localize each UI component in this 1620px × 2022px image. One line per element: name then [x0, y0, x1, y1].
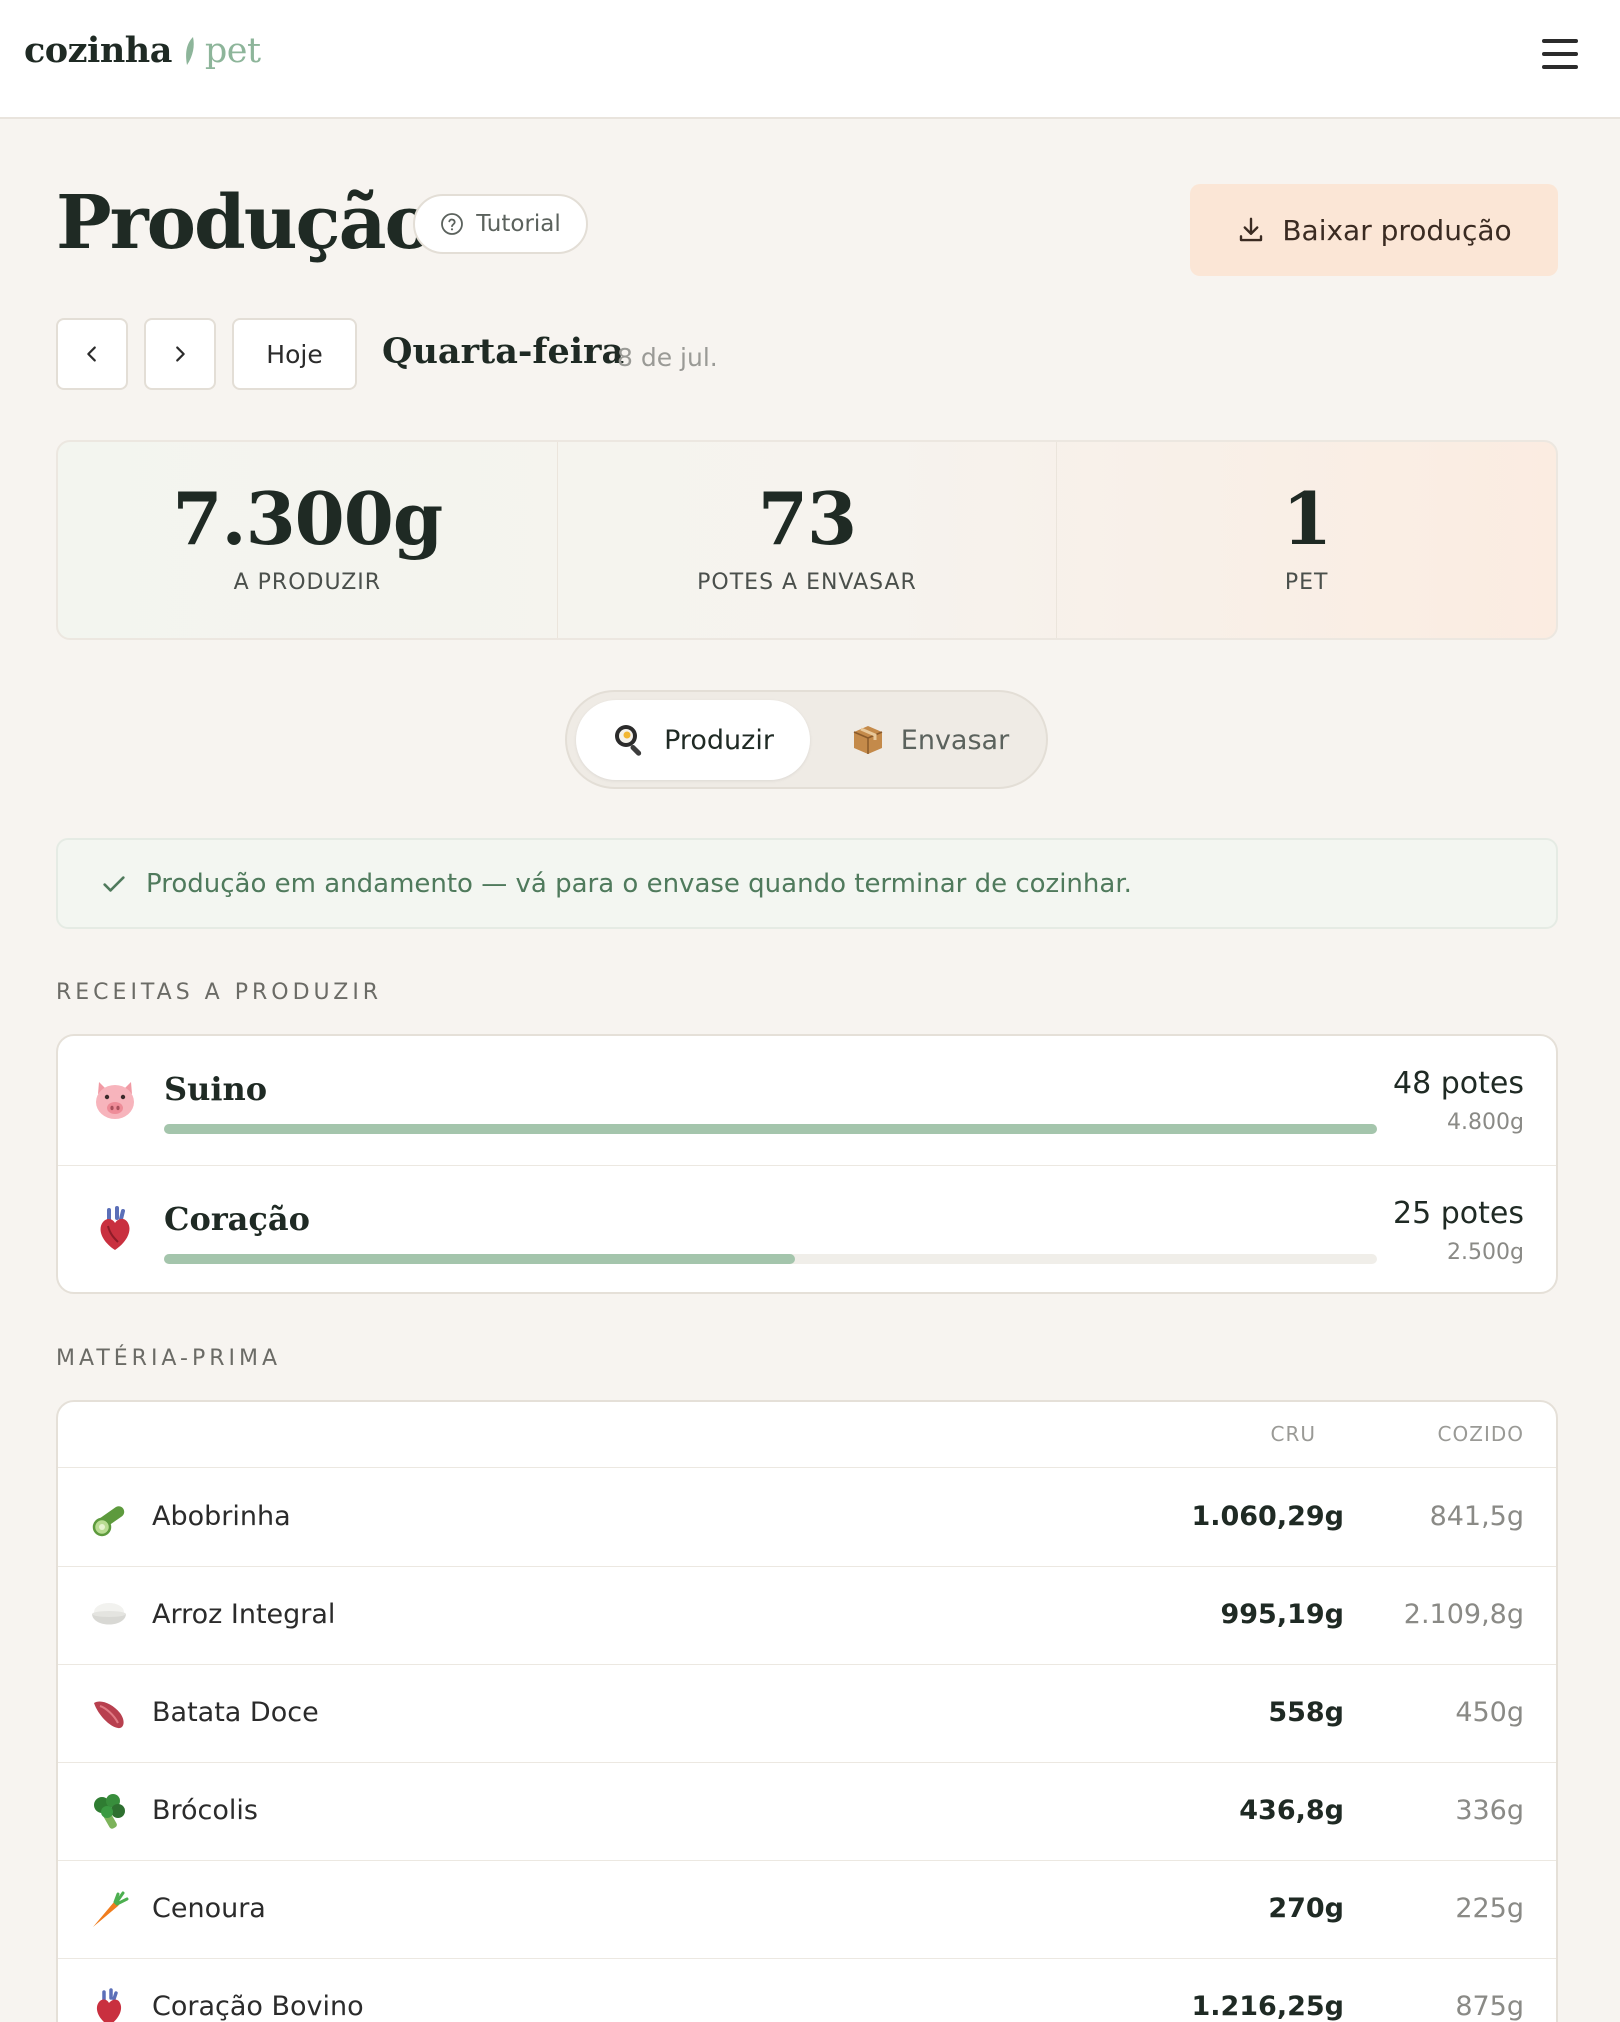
- recipe-jar-count: 25 potes: [1393, 1196, 1524, 1231]
- stat-jars-to-pack: 73 POTES A ENVASAR: [556, 442, 1057, 638]
- material-cooked-weight: 225g: [1455, 1893, 1524, 1924]
- cucumber-icon: [92, 1506, 125, 1537]
- stat-label: POTES A ENVASAR: [697, 570, 917, 595]
- recipe-grams: 2.500g: [1447, 1240, 1524, 1265]
- recipes-list: Suino 48 potes 4.800g Coração 25 potes 2…: [56, 1034, 1558, 1294]
- material-raw-weight: 558g: [1268, 1697, 1344, 1728]
- logo[interactable]: cozinha pet: [24, 30, 261, 71]
- column-header-cooked: COZIDO: [1437, 1422, 1524, 1446]
- material-raw-weight: 1.060,29g: [1191, 1501, 1344, 1532]
- stat-to-produce: 7.300g A PRODUZIR: [58, 442, 557, 638]
- stat-value: 73: [757, 476, 857, 561]
- mode-toggle: Produzir Envasar: [565, 690, 1048, 789]
- sweet-potato-icon: [94, 1701, 124, 1729]
- stat-label: PET: [1284, 570, 1329, 595]
- anatomical-heart-icon: [100, 1206, 130, 1250]
- pig-face-icon: [96, 1082, 134, 1119]
- tutorial-label: Tutorial: [476, 211, 561, 237]
- stat-value: 1: [1282, 476, 1332, 561]
- table-row[interactable]: Brócolis 436,8g 336g: [58, 1763, 1556, 1861]
- tab-envasar[interactable]: Envasar: [830, 700, 1030, 780]
- question-circle-icon: [441, 213, 464, 235]
- recipe-grams: 4.800g: [1447, 1110, 1524, 1135]
- tab-produzir-label: Produzir: [664, 724, 774, 756]
- day-name: Quarta-feira: [382, 331, 625, 372]
- download-production-button[interactable]: Baixar produção: [1190, 184, 1558, 276]
- stat-pets: 1 PET: [1056, 442, 1556, 638]
- material-cooked-weight: 336g: [1455, 1795, 1524, 1826]
- recipe-row-coracao[interactable]: Coração 25 potes 2.500g: [58, 1165, 1556, 1292]
- tab-produzir[interactable]: Produzir: [576, 700, 810, 780]
- recipe-jar-count: 48 potes: [1393, 1066, 1524, 1101]
- stat-label: A PRODUZIR: [233, 570, 382, 595]
- recipes-section-title: RECEITAS A PRODUZIR: [56, 980, 383, 1005]
- package-icon: [853, 726, 883, 754]
- page-title: Produção: [56, 180, 434, 266]
- table-row[interactable]: Arroz Integral 995,19g 2.109,8g: [58, 1567, 1556, 1665]
- material-cooked-weight: 841,5g: [1429, 1501, 1524, 1532]
- anatomical-heart-icon: [96, 1988, 122, 2022]
- table-row[interactable]: Coração Bovino 1.216,25g 875g: [58, 1959, 1556, 2022]
- chevron-right-icon: [176, 346, 185, 362]
- material-name: Cenoura: [152, 1893, 266, 1924]
- day-date: 8 de jul.: [617, 343, 718, 372]
- today-button[interactable]: Hoje: [232, 318, 357, 390]
- material-raw-weight: 436,8g: [1239, 1795, 1344, 1826]
- materials-table: CRU COZIDO Abobrinha 1.060,29g 841,5g Ar…: [56, 1400, 1558, 2022]
- tab-envasar-label: Envasar: [900, 724, 1010, 756]
- recipe-row-suino[interactable]: Suino 48 potes 4.800g: [58, 1036, 1556, 1164]
- material-cooked-weight: 2.109,8g: [1403, 1599, 1524, 1630]
- download-label: Baixar produção: [1282, 213, 1512, 247]
- frying-pan-icon: [615, 725, 642, 756]
- carrot-icon: [93, 1891, 129, 1927]
- broccoli-icon: [94, 1794, 125, 1829]
- top-bar: cozinha pet: [0, 0, 1620, 119]
- material-cooked-weight: 450g: [1455, 1697, 1524, 1728]
- status-banner: Produção em andamento — vá para o envase…: [56, 838, 1558, 929]
- check-icon: [103, 875, 125, 892]
- download-icon: [1240, 217, 1263, 242]
- rice-bowl-icon: [92, 1603, 126, 1625]
- material-name: Brócolis: [152, 1795, 258, 1826]
- logo-word-pet: pet: [204, 30, 261, 71]
- column-header-raw: CRU: [1270, 1422, 1316, 1446]
- recipe-progress-fill: [164, 1124, 1377, 1134]
- recipe-name: Suino: [164, 1070, 268, 1108]
- materials-table-header: CRU COZIDO: [58, 1402, 1556, 1468]
- stat-value: 7.300g: [172, 476, 443, 561]
- previous-day-button[interactable]: [56, 318, 128, 390]
- hamburger-menu-icon[interactable]: [1540, 36, 1582, 72]
- recipe-progress-track: [164, 1124, 1377, 1134]
- material-name: Abobrinha: [152, 1501, 291, 1532]
- next-day-button[interactable]: [144, 318, 216, 390]
- material-cooked-weight: 875g: [1455, 1991, 1524, 2022]
- status-banner-text: Produção em andamento — vá para o envase…: [146, 868, 1132, 899]
- material-name: Batata Doce: [152, 1697, 319, 1728]
- table-row[interactable]: Batata Doce 558g 450g: [58, 1665, 1556, 1763]
- recipe-progress-fill: [164, 1254, 795, 1264]
- table-row[interactable]: Cenoura 270g 225g: [58, 1861, 1556, 1959]
- materials-section-title: MATÉRIA-PRIMA: [56, 1346, 282, 1371]
- leaf-icon: [185, 36, 194, 65]
- material-raw-weight: 995,19g: [1220, 1599, 1344, 1630]
- recipe-name: Coração: [164, 1200, 310, 1238]
- tutorial-button[interactable]: Tutorial: [413, 194, 588, 254]
- logo-word-cozinha: cozinha: [24, 30, 172, 71]
- material-name: Coração Bovino: [152, 1991, 364, 2022]
- chevron-left-icon: [87, 346, 96, 362]
- material-raw-weight: 1.216,25g: [1191, 1991, 1344, 2022]
- recipe-progress-track: [164, 1254, 1377, 1264]
- material-raw-weight: 270g: [1268, 1893, 1344, 1924]
- table-row[interactable]: Abobrinha 1.060,29g 841,5g: [58, 1469, 1556, 1567]
- stats-panel: 7.300g A PRODUZIR 73 POTES A ENVASAR 1 P…: [56, 440, 1558, 640]
- material-name: Arroz Integral: [152, 1599, 336, 1630]
